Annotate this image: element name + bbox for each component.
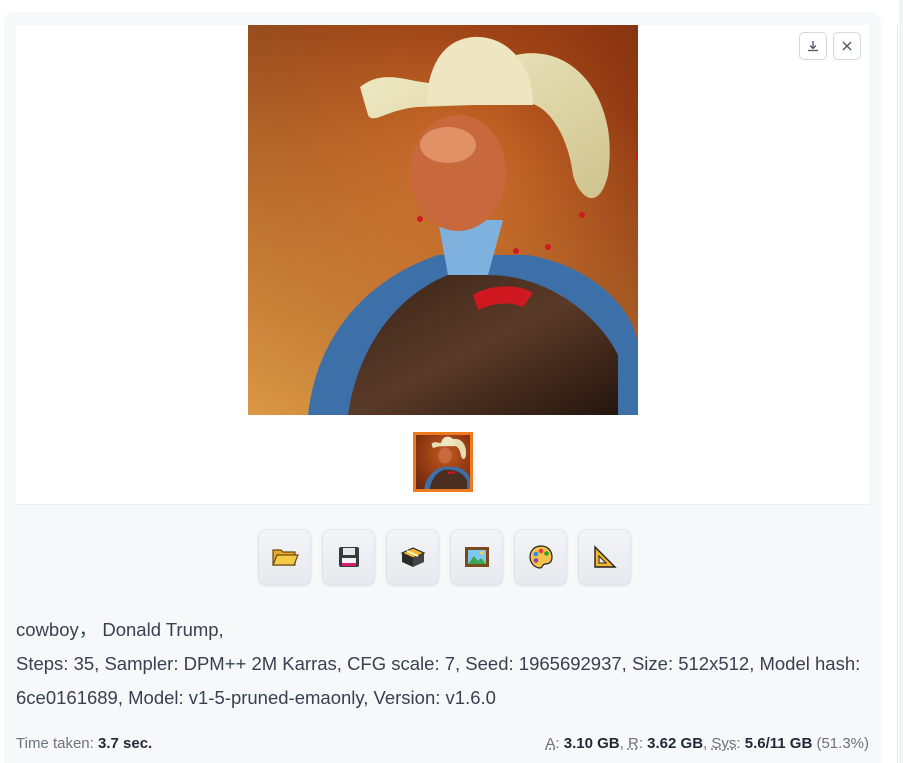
parameters-text: Steps: 35, Sampler: DPM++ 2M Karras, CFG…: [16, 653, 861, 708]
memory-stats: A: 3.10 GB, R: 3.62 GB, Sys: 5.6/11 GB (…: [545, 735, 869, 752]
download-button[interactable]: [799, 32, 827, 60]
save-button[interactable]: [322, 529, 375, 585]
time-value: 3.7 sec.: [97, 735, 153, 752]
folder-icon: [271, 549, 299, 566]
framed-picture-icon: [464, 547, 489, 567]
open-folder-button[interactable]: [258, 529, 311, 585]
performance-footer: Time taken: 3.7 sec. A: 3.10 GB, R: 3.62…: [16, 735, 869, 752]
floppy-disk-icon: [338, 547, 359, 567]
generated-image[interactable]: [248, 25, 638, 415]
send-to-extras-button[interactable]: [578, 529, 631, 585]
triangular-ruler-icon: [593, 545, 617, 568]
zip-button[interactable]: [386, 529, 439, 585]
output-toolbar: [258, 529, 631, 585]
package-icon: [400, 547, 425, 567]
image-gallery: [16, 25, 869, 505]
close-icon: [842, 41, 852, 51]
reserved-memory-label: R: [627, 735, 639, 752]
generation-info: cowboy， Donald Trump, Steps: 35, Sampler…: [16, 613, 876, 715]
close-button[interactable]: [833, 32, 861, 60]
system-memory-value: 5.6/11 GB: [744, 735, 813, 752]
palette-icon: [528, 545, 553, 569]
time-label: Time taken:: [16, 735, 94, 752]
system-memory-percent: (51.3%): [816, 735, 869, 752]
prompt-text: cowboy， Donald Trump,: [16, 619, 224, 640]
scrollbar[interactable]: [899, 0, 903, 763]
reserved-memory-value: 3.62 GB: [647, 735, 704, 752]
active-memory-label: A: [545, 735, 556, 752]
download-icon: [808, 41, 818, 52]
send-to-inpaint-button[interactable]: [514, 529, 567, 585]
time-taken: Time taken: 3.7 sec.: [16, 735, 152, 752]
system-memory-label: Sys: [711, 735, 737, 752]
active-memory-value: 3.10 GB: [563, 735, 620, 752]
send-to-img2img-button[interactable]: [450, 529, 503, 585]
scrollbar-divider: [897, 25, 898, 763]
gallery-thumbnail[interactable]: [413, 432, 473, 492]
